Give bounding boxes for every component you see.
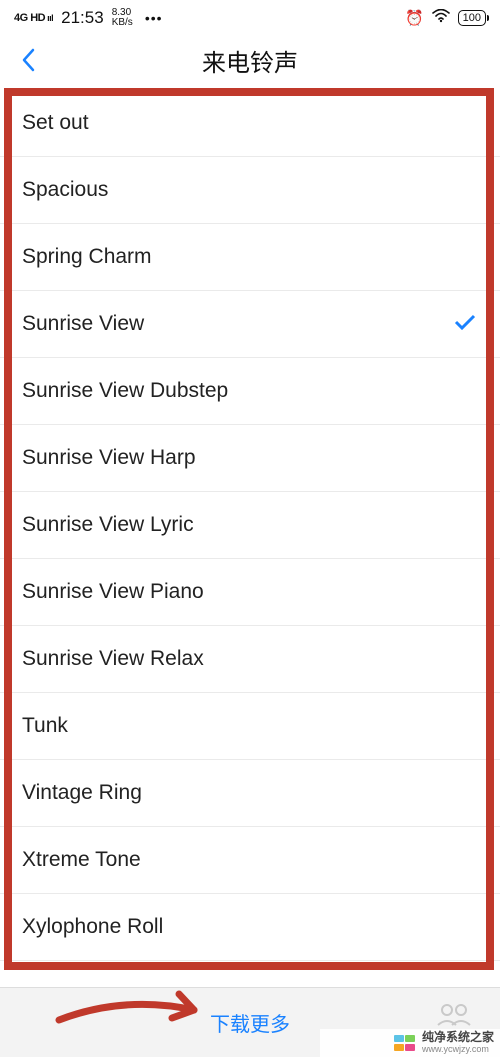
ringtone-row[interactable]: Set out xyxy=(0,90,500,157)
ringtone-row[interactable]: Spacious xyxy=(0,157,500,224)
battery-icon: 100 xyxy=(458,10,486,26)
page-title: 来电铃声 xyxy=(202,43,298,78)
ringtone-label: Spacious xyxy=(22,178,476,202)
wifi-icon xyxy=(432,9,450,27)
download-more-button[interactable]: 下载更多 xyxy=(210,1008,290,1037)
ringtone-label: Sunrise View xyxy=(22,312,454,336)
ringtone-label: Xtreme Tone xyxy=(22,848,476,872)
ringtone-row[interactable]: Sunrise View Relax xyxy=(0,626,500,693)
watermark-logo-icon xyxy=(394,1034,418,1052)
ringtone-row[interactable]: Xylophone Roll xyxy=(0,894,500,961)
ringtone-label: Set out xyxy=(22,111,476,135)
status-time: 21:53 xyxy=(61,8,104,28)
ringtone-label: Vintage Ring xyxy=(22,781,476,805)
ringtone-row[interactable]: Spring Charm xyxy=(0,224,500,291)
ringtone-row[interactable]: Vintage Ring xyxy=(0,760,500,827)
ringtone-row[interactable]: Sunrise View Harp xyxy=(0,425,500,492)
more-dots-icon: ••• xyxy=(145,10,163,26)
watermark: 纯净系统之家 www.ycwjzy.com xyxy=(320,1029,500,1057)
ringtone-row[interactable]: Sunrise View Piano xyxy=(0,559,500,626)
checkmark-icon xyxy=(454,312,476,336)
ringtone-label: Sunrise View Relax xyxy=(22,647,476,671)
chevron-left-icon xyxy=(21,48,35,72)
ringtone-label: Sunrise View Harp xyxy=(22,446,476,470)
status-bar: 4G HD ııl 21:53 8.30 KB/s ••• ⏰ 100 xyxy=(0,0,500,36)
ringtone-label: Spring Charm xyxy=(22,245,476,269)
signal-icon: 4G HD ııl xyxy=(14,12,53,24)
status-left: 4G HD ııl 21:53 8.30 KB/s ••• xyxy=(14,8,163,28)
ringtone-label: Sunrise View Lyric xyxy=(22,513,476,537)
alarm-icon: ⏰ xyxy=(405,9,424,27)
ringtone-label: Sunrise View Piano xyxy=(22,580,476,604)
ringtone-label: Tunk xyxy=(22,714,476,738)
ringtone-list: Set out Spacious Spring Charm Sunrise View S… xyxy=(0,84,500,961)
watermark-title: 纯净系统之家 xyxy=(422,1031,494,1043)
back-button[interactable] xyxy=(14,46,42,74)
ringtone-row[interactable]: Sunrise View xyxy=(0,291,500,358)
ringtone-row[interactable]: Xtreme Tone xyxy=(0,827,500,894)
ringtone-label: Xylophone Roll xyxy=(22,915,476,939)
network-speed: 8.30 KB/s xyxy=(112,8,133,28)
ringtone-row[interactable]: Sunrise View Dubstep xyxy=(0,358,500,425)
ringtone-row[interactable]: Tunk xyxy=(0,693,500,760)
nav-header: 来电铃声 xyxy=(0,36,500,84)
watermark-url: www.ycwjzy.com xyxy=(422,1043,494,1055)
ringtone-label: Sunrise View Dubstep xyxy=(22,379,476,403)
status-right: ⏰ 100 xyxy=(405,9,486,27)
ringtone-row[interactable]: Sunrise View Lyric xyxy=(0,492,500,559)
